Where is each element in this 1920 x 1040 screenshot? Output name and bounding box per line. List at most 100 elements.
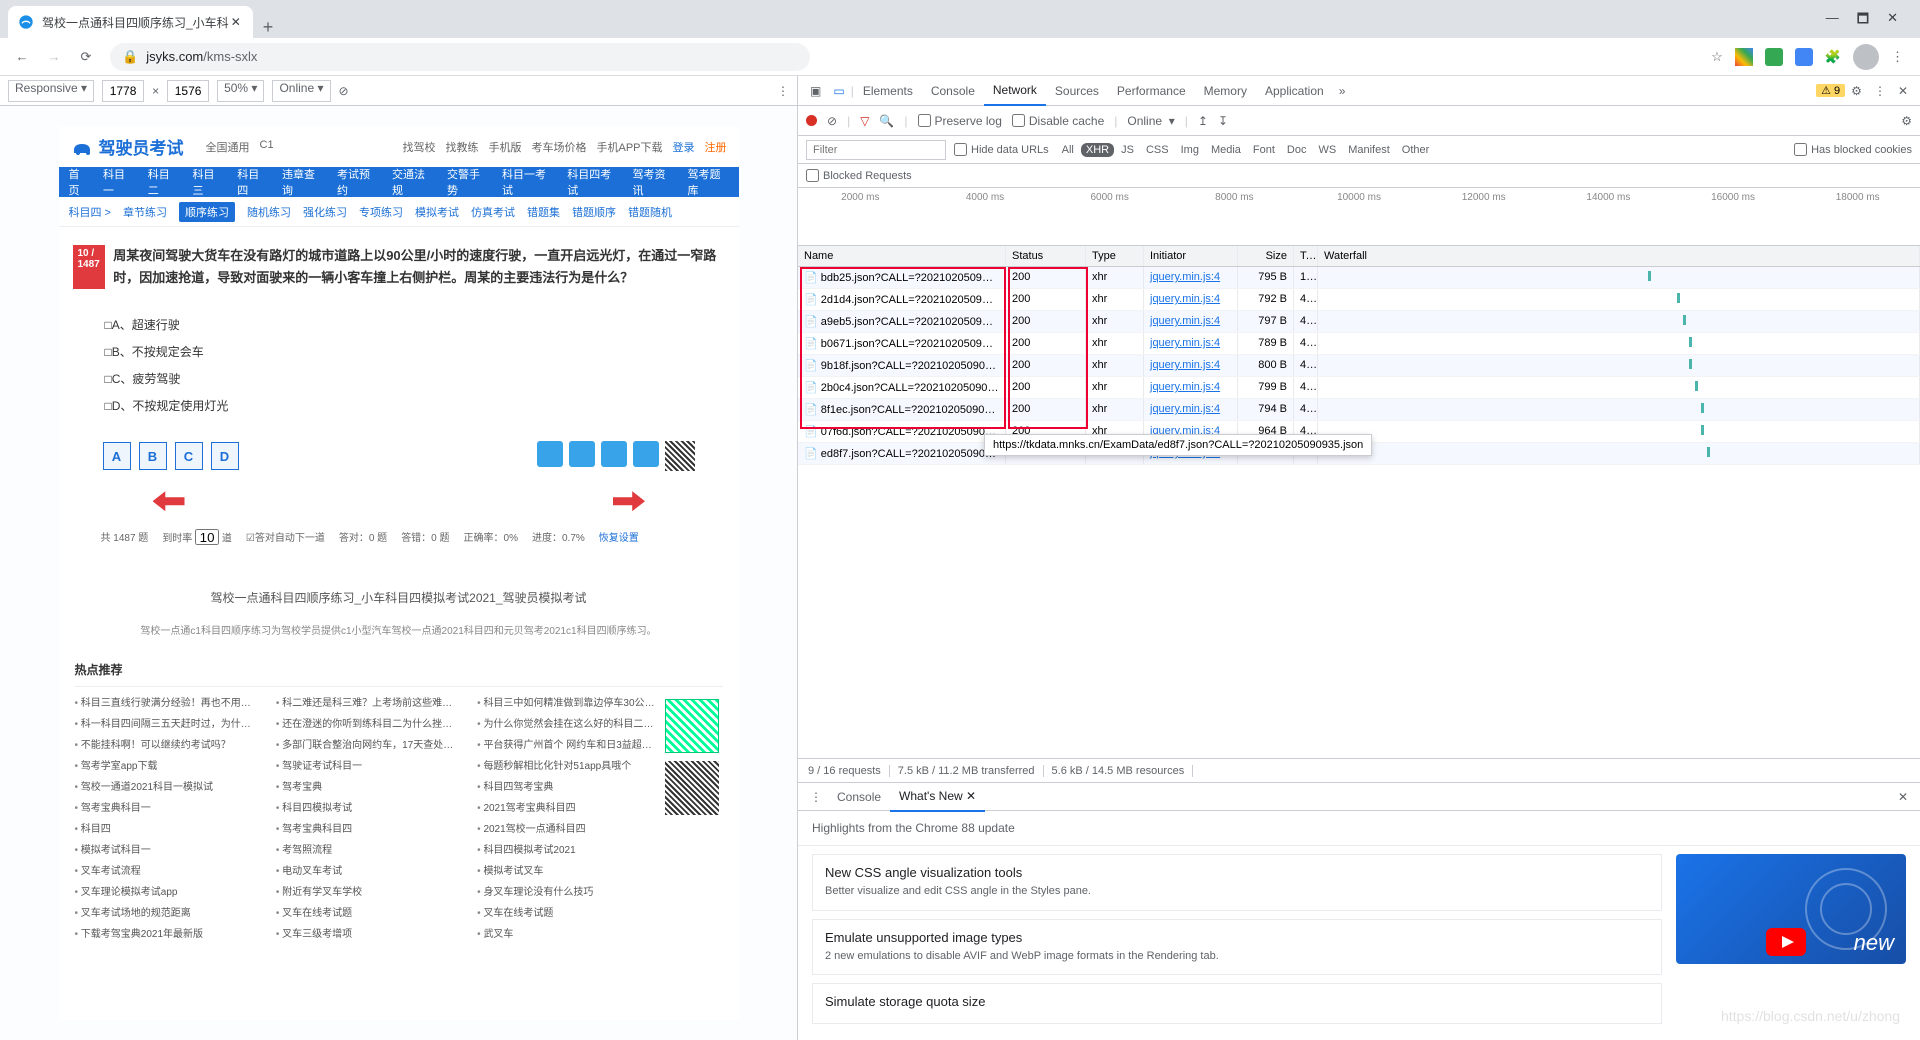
hot-link[interactable]: 叉车考试场地的规范距离 (75, 905, 258, 922)
subnav-item[interactable]: 仿真考试 (471, 204, 515, 220)
choice-button-a[interactable]: A (103, 442, 131, 470)
hot-link[interactable]: 科目四模拟考试2021 (477, 842, 660, 859)
hot-link[interactable]: 模拟考试科目一 (75, 842, 258, 859)
hot-link[interactable]: 叉车三级考增项 (276, 926, 459, 943)
filter-type-all[interactable]: All (1057, 143, 1079, 157)
bookmark-icon[interactable]: ☆ (1711, 49, 1723, 65)
hot-link[interactable]: 模拟考试叉车 (477, 863, 660, 880)
record-icon[interactable] (806, 115, 817, 126)
register-link[interactable]: 注册 (705, 139, 727, 155)
drawer-tab[interactable]: Console (828, 782, 890, 812)
request-row[interactable]: 📄 b0671.json?CALL=?20210205090935.json20… (798, 333, 1920, 355)
devtools-close-icon[interactable]: ✕ (1892, 84, 1914, 98)
column-header[interactable]: Name (798, 246, 1006, 266)
reset-link[interactable]: 恢复设置 (599, 529, 639, 545)
clear-icon[interactable]: ⊘ (827, 114, 837, 128)
nav-item[interactable]: 科目四考试 (567, 166, 618, 198)
hot-link[interactable]: 武叉车 (477, 926, 660, 943)
hot-link[interactable]: 叉车在线考试题 (477, 905, 660, 922)
rate-input[interactable] (195, 529, 219, 545)
filter-type-js[interactable]: JS (1116, 143, 1139, 157)
header-small-link[interactable]: 找驾校 (402, 139, 435, 155)
forward-button[interactable]: → (40, 43, 68, 71)
drawer-close-icon[interactable]: ✕ (1892, 790, 1914, 804)
request-row[interactable]: 📄 2b0c4.json?CALL=?20210205090935.json20… (798, 377, 1920, 399)
nav-item[interactable]: 科目四 (237, 166, 268, 198)
hot-link[interactable]: 科目四模拟考试 (276, 800, 459, 817)
hot-link[interactable]: 驾考宝典科目一 (75, 800, 258, 817)
blocked-requests-checkbox[interactable] (806, 169, 819, 182)
hot-link[interactable]: 还在澄迷的你听到练科目二为什么挫？原因都在这！ (276, 716, 459, 733)
answer-option[interactable]: □D、不按规定使用灯光 (105, 392, 725, 419)
extension-icon-2[interactable] (1765, 48, 1783, 66)
nav-item[interactable]: 驾考题库 (688, 166, 729, 198)
request-row[interactable]: 📄 a9eb5.json?CALL=?20210205090935.json20… (798, 311, 1920, 333)
subnav-item[interactable]: 模拟考试 (415, 204, 459, 220)
device-toggle-icon[interactable]: ▭ (827, 84, 850, 98)
url-input[interactable]: 🔒 jsyks.com/kms-sxlx (110, 43, 810, 71)
upload-icon[interactable]: ↥ (1198, 114, 1208, 128)
browser-tab[interactable]: 驾校一点通科目四顺序练习_小车科 ✕ (8, 6, 253, 38)
reload-button[interactable]: ⟳ (72, 43, 100, 71)
devtools-tab-network[interactable]: Network (984, 76, 1046, 106)
nav-item[interactable]: 首页 (69, 166, 90, 198)
hot-link[interactable]: 不能挂科啊！可以继续约考试吗？ (75, 737, 258, 754)
filter-type-css[interactable]: CSS (1141, 143, 1174, 157)
hot-link[interactable]: 科目三直线行驶满分经验！再也不用怕车身跑偏了 (75, 695, 258, 712)
hot-link[interactable]: 附近有学叉车学校 (276, 884, 459, 901)
choice-button-c[interactable]: C (175, 442, 203, 470)
request-row[interactable]: 📄 bdb25.json?CALL=?20210205090935.json20… (798, 267, 1920, 289)
devtools-tab-sources[interactable]: Sources (1046, 76, 1108, 106)
column-header[interactable]: Status (1006, 246, 1086, 266)
hot-link[interactable]: 身叉车理论没有什么技巧 (477, 884, 660, 901)
hide-data-urls-checkbox[interactable]: Hide data URLs (954, 143, 1049, 156)
hot-link[interactable]: 叉车理论模拟考试app (75, 884, 258, 901)
site-logo[interactable]: 驾驶员考试 (71, 134, 184, 159)
whats-new-card[interactable]: Simulate storage quota size (812, 983, 1662, 1024)
devtools-tab-application[interactable]: Application (1256, 76, 1333, 106)
hot-link[interactable]: 科目四 (75, 821, 258, 838)
hot-link[interactable]: 科一科目四间隔三五天赶时过，为什么还有人通… (75, 716, 258, 733)
window-maximize-button[interactable]: 🗖 (1857, 10, 1869, 32)
filter-type-img[interactable]: Img (1176, 143, 1204, 157)
header-link[interactable]: 全国通用 (206, 139, 250, 155)
hot-link[interactable]: 下载考驾宝典2021年最新版 (75, 926, 258, 943)
column-header[interactable]: Type (1086, 246, 1144, 266)
timeline-overview[interactable]: 2000 ms4000 ms6000 ms8000 ms10000 ms1200… (798, 188, 1920, 246)
subnav-item[interactable]: 随机练习 (247, 204, 291, 220)
hot-link[interactable]: 驾考宝典科目四 (276, 821, 459, 838)
prev-arrow[interactable] (153, 491, 185, 511)
devtools-tab-elements[interactable]: Elements (854, 76, 922, 106)
comment-icon[interactable] (633, 441, 659, 467)
subnav-item[interactable]: 错题顺序 (572, 204, 616, 220)
inspect-icon[interactable]: ▣ (804, 84, 827, 98)
hot-link[interactable]: 驾考学室app下载 (75, 758, 258, 775)
profile-avatar[interactable] (1853, 44, 1879, 70)
hot-link[interactable]: 叉车在线考试题 (276, 905, 459, 922)
filter-type-other[interactable]: Other (1397, 143, 1435, 157)
filter-type-manifest[interactable]: Manifest (1343, 143, 1395, 157)
subnav-item[interactable]: 顺序练习 (179, 202, 235, 222)
more-tabs-icon[interactable]: » (1333, 84, 1352, 98)
nav-item[interactable]: 违章查询 (282, 166, 323, 198)
column-header[interactable]: Initiator (1144, 246, 1238, 266)
extension-icon-3[interactable] (1795, 48, 1813, 66)
filter-type-doc[interactable]: Doc (1282, 143, 1312, 157)
share-icon-2[interactable] (569, 441, 595, 467)
hot-link[interactable]: 多部门联合整治向网约车，17天查处违规5988起… (276, 737, 459, 754)
hot-link[interactable]: 2021驾校一点通科目四 (477, 821, 660, 838)
throttle-select[interactable]: Online ▾ (272, 80, 330, 102)
column-header[interactable]: Waterfall (1318, 246, 1920, 266)
subnav-item[interactable]: 强化练习 (303, 204, 347, 220)
answer-option[interactable]: □A、超速行驶 (105, 311, 725, 338)
hot-link[interactable]: 科二难还是科三难？上考场前这些难点要了解清… (276, 695, 459, 712)
disable-cache-checkbox[interactable]: Disable cache (1012, 114, 1104, 128)
warning-badge[interactable]: ⚠ 9 (1816, 84, 1845, 97)
drawer-tab[interactable]: What's New ✕ (890, 782, 985, 812)
whats-new-card[interactable]: Emulate unsupported image types2 new emu… (812, 919, 1662, 975)
subnav-item[interactable]: 专项练习 (359, 204, 403, 220)
back-button[interactable]: ← (8, 43, 36, 71)
filter-type-font[interactable]: Font (1248, 143, 1280, 157)
nav-item[interactable]: 科目二 (148, 166, 179, 198)
extensions-button[interactable]: 🧩 (1825, 49, 1841, 65)
